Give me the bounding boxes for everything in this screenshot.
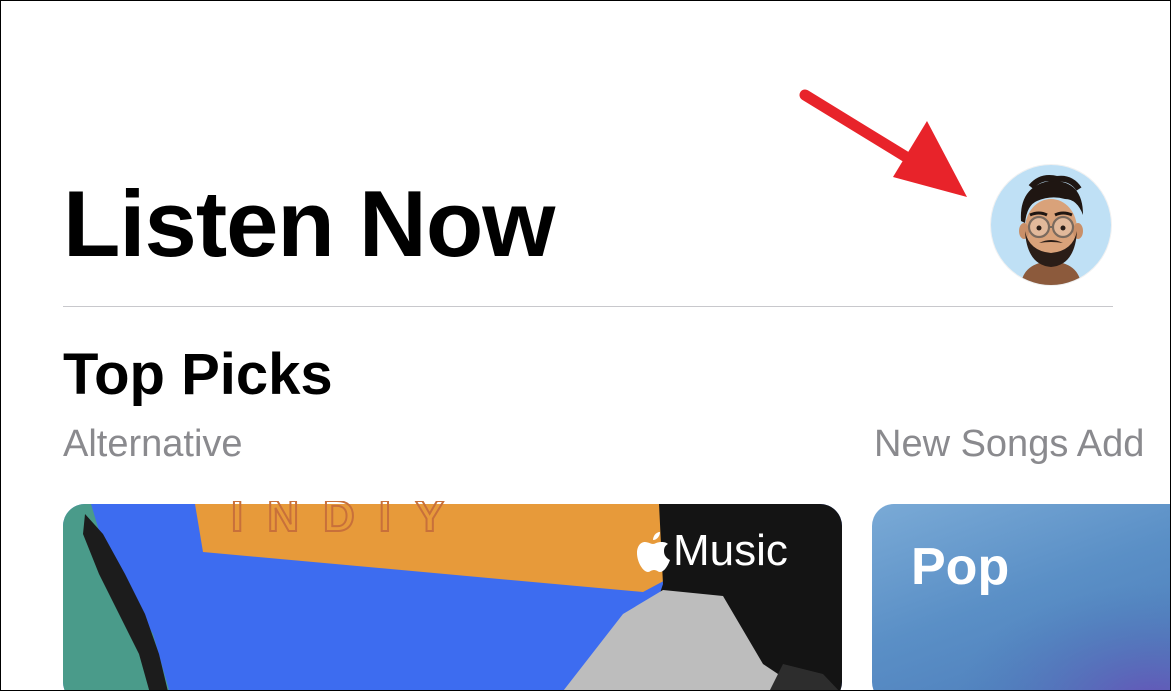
page-title: Listen Now: [63, 171, 555, 276]
listen-now-screen: Listen Now Top Picks Alternative New Son…: [0, 0, 1171, 691]
playlist-card-new-songs[interactable]: [872, 504, 1170, 690]
apple-music-label: Music: [673, 526, 788, 575]
annotation-arrow-icon: [799, 89, 967, 197]
header-divider: [63, 306, 1113, 307]
pop-card-artwork: [872, 504, 1170, 690]
card-subtitle-new-songs: New Songs Add: [874, 423, 1145, 465]
apple-logo-icon: [637, 532, 670, 572]
playlist-art-text: INDIY: [231, 501, 468, 542]
pop-card-label: Pop: [911, 538, 1010, 596]
profile-avatar-button[interactable]: [991, 165, 1111, 285]
section-title: Top Picks: [63, 342, 333, 407]
card-subtitle-alternative: Alternative: [63, 423, 243, 465]
svg-text:INDIY: INDIY: [231, 501, 468, 541]
memoji-avatar-icon: [991, 165, 1111, 285]
apple-music-badge: Music: [637, 529, 788, 573]
